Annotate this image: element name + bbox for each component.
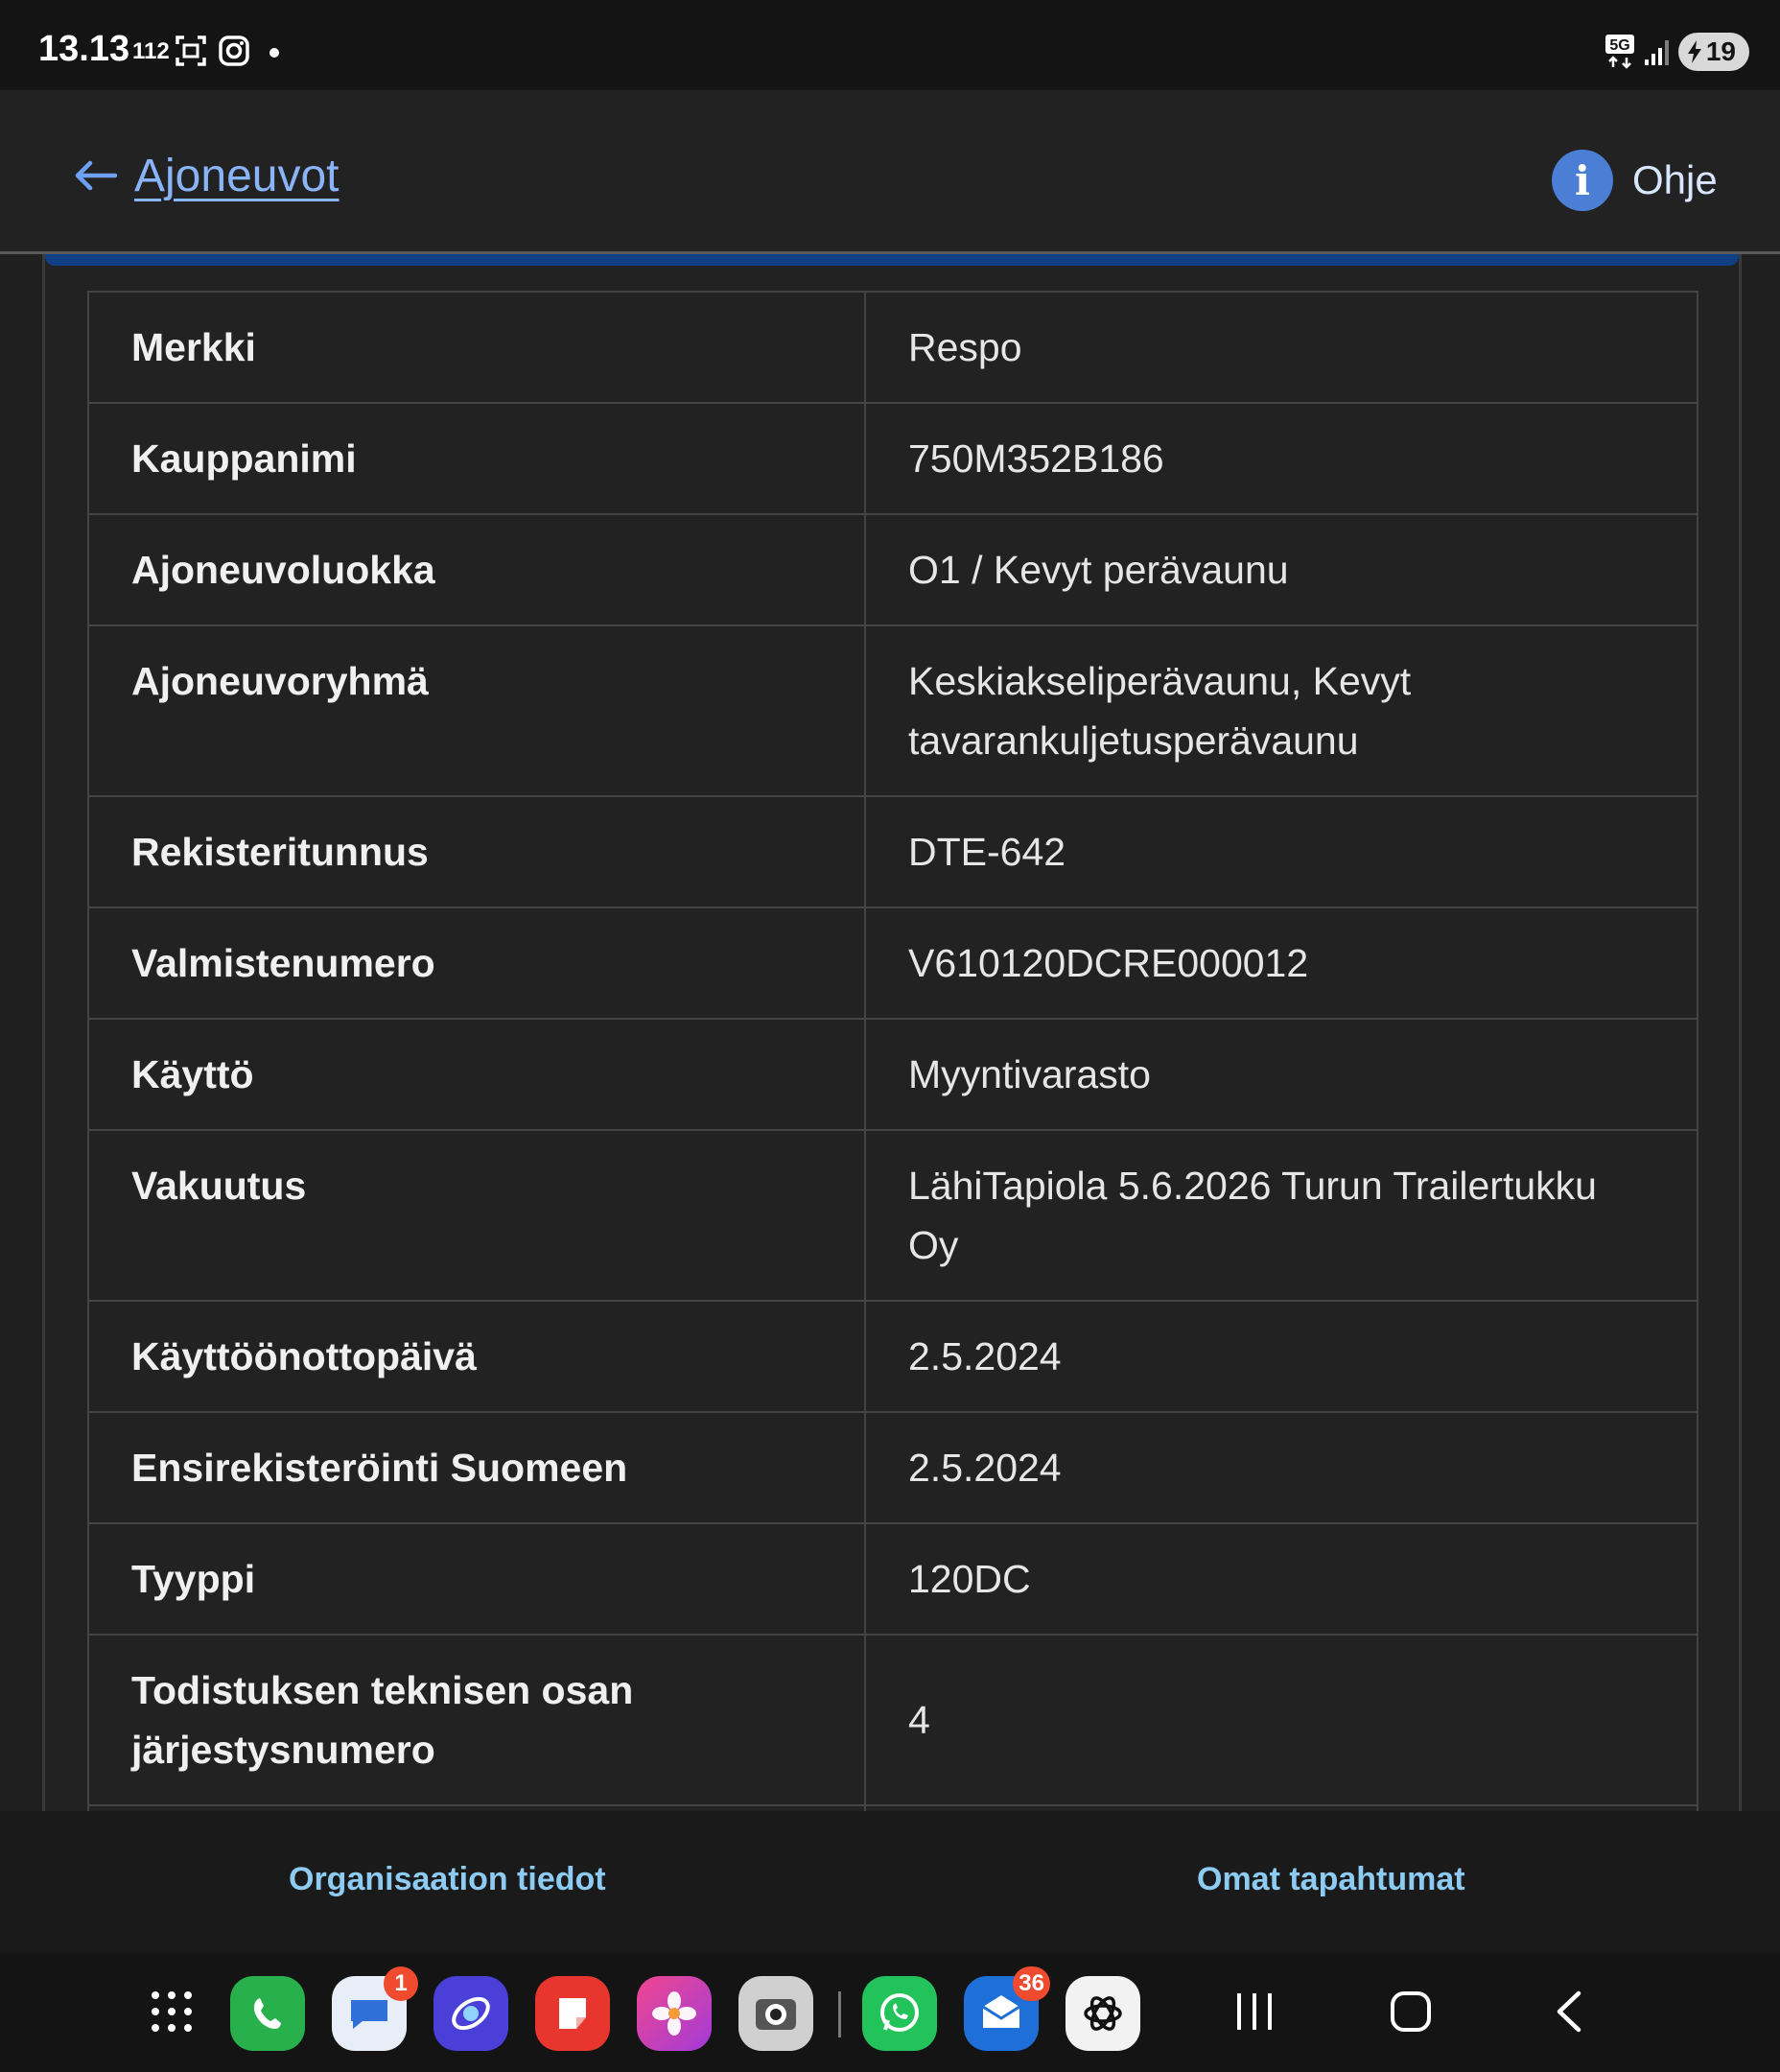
detail-key: Käyttöönottopäivä: [87, 1300, 866, 1413]
mail-app-icon[interactable]: 36: [964, 1966, 1050, 2051]
table-row: Käyttö Myyntivarasto: [87, 1018, 1698, 1131]
recent-apps-icon[interactable]: [1233, 1990, 1276, 2034]
messages-badge: 1: [384, 1966, 418, 2001]
detail-key: Merkki: [87, 291, 866, 404]
status-bar: 13.13 112 5G 19: [0, 0, 1780, 90]
detail-value: Respo: [864, 291, 1698, 404]
detail-value: DTE-642: [864, 795, 1698, 908]
browser-app-icon[interactable]: [433, 1976, 508, 2051]
detail-value: 2.5.2024: [864, 1300, 1698, 1413]
detail-key: Käyttö: [87, 1018, 866, 1131]
detail-key: Valmistenumero: [87, 906, 866, 1020]
main-content[interactable]: Merkki Respo Kauppanimi 750M352B186 Ajon…: [0, 254, 1780, 1811]
messages-app-icon[interactable]: 1: [332, 1966, 418, 2051]
detail-value: O1 / Kevyt perävaunu: [864, 513, 1698, 626]
detail-key: Ensirekisteröinti Suomeen: [87, 1411, 866, 1524]
detail-key: Vakuutus: [87, 1129, 866, 1302]
signal-icon: [1645, 40, 1669, 65]
system-taskbar: 1 36: [0, 1953, 1780, 2072]
screenshot-icon: [176, 35, 206, 66]
whatsapp-app-icon[interactable]: [862, 1976, 937, 2051]
card-accent-bar: [45, 254, 1739, 266]
instagram-icon: [219, 35, 249, 66]
detail-value: 750M352B186: [864, 402, 1698, 515]
network-label: 5G: [1609, 37, 1629, 54]
detail-value: V610120DCRE000012: [864, 906, 1698, 1020]
taskbar-divider: [838, 1991, 841, 2037]
phone-app-icon[interactable]: [230, 1976, 305, 2051]
table-row: Vakuutus LähiTapiola 5.6.2026 Turun Trai…: [87, 1129, 1698, 1302]
detail-key: Tyyppi: [87, 1522, 866, 1636]
gallery-app-icon[interactable]: [637, 1976, 712, 2051]
detail-value: 120DC: [864, 1522, 1698, 1636]
table-row: Ajoneuvoluokka O1 / Kevyt perävaunu: [87, 513, 1698, 626]
help-link[interactable]: Ohje: [1632, 157, 1718, 203]
table-row: Valmistenumero V610120DCRE000012: [87, 906, 1698, 1020]
back-arrow-icon[interactable]: [73, 159, 117, 192]
network-5g-icon: 5G: [1605, 35, 1634, 69]
table-row: Ensirekisteröinti Suomeen 2.5.2024: [87, 1411, 1698, 1524]
table-row: Ajoneuvoryhmä Keskiakseliperävaunu, Kevy…: [87, 624, 1698, 797]
vehicle-details-card: Merkki Respo Kauppanimi 750M352B186 Ajon…: [42, 254, 1742, 1811]
nav-own-events[interactable]: Omat tapahtumat: [1197, 1861, 1465, 1898]
info-icon[interactable]: i: [1552, 150, 1613, 211]
detail-value: 2.5.2024: [864, 1411, 1698, 1524]
table-row: Merkki Respo: [87, 291, 1698, 404]
charging-bolt-icon: [1688, 40, 1701, 63]
detail-key: Ajoneuvoryhmä: [87, 624, 866, 797]
nav-organisation-info[interactable]: Organisaation tiedot: [289, 1861, 606, 1898]
battery-level: 19: [1705, 36, 1736, 66]
detail-key: Kauppanimi: [87, 402, 866, 515]
bottom-navigation: Organisaation tiedot Omat tapahtumat: [0, 1811, 1780, 1953]
back-link-vehicles[interactable]: Ajoneuvot: [134, 150, 340, 202]
status-notification-text: 112: [132, 38, 170, 64]
status-more-dot: [269, 48, 279, 58]
app-header: Ajoneuvot i Ohje: [0, 90, 1780, 254]
detail-value: LähiTapiola 5.6.2026 Turun Trailertukku …: [864, 1129, 1698, 1302]
detail-value: Myyntivarasto: [864, 1018, 1698, 1131]
status-time: 13.13: [38, 29, 130, 69]
detail-key: Rekisteritunnus: [87, 795, 866, 908]
back-nav-icon[interactable]: [1552, 1990, 1586, 2034]
detail-key: Ajoneuvoluokka: [87, 513, 866, 626]
chatgpt-app-icon[interactable]: [1066, 1976, 1140, 2051]
table-row: Kauppanimi 750M352B186: [87, 402, 1698, 515]
app-drawer-icon[interactable]: [148, 1988, 196, 2036]
table-row: Käyttöönottopäivä 2.5.2024: [87, 1300, 1698, 1413]
table-row: Todistuksen teknisen osan järjestysnumer…: [87, 1634, 1698, 1806]
mail-badge: 36: [1013, 1966, 1050, 2001]
table-row: Rekisteritunnus DTE-642: [87, 795, 1698, 908]
notes-app-icon[interactable]: [535, 1976, 610, 2051]
table-row: Tyyppi 120DC: [87, 1522, 1698, 1636]
detail-value: Keskiakseliperävaunu, Kevyt tavarankulje…: [864, 624, 1698, 797]
battery-indicator: 19: [1678, 33, 1749, 71]
home-icon[interactable]: [1389, 1990, 1433, 2034]
camera-app-icon[interactable]: [738, 1976, 813, 2051]
detail-key: Todistuksen teknisen osan järjestysnumer…: [87, 1634, 866, 1806]
vehicle-details-table: Merkki Respo Kauppanimi 750M352B186 Ajon…: [87, 291, 1698, 1811]
detail-value: 4: [864, 1634, 1698, 1806]
